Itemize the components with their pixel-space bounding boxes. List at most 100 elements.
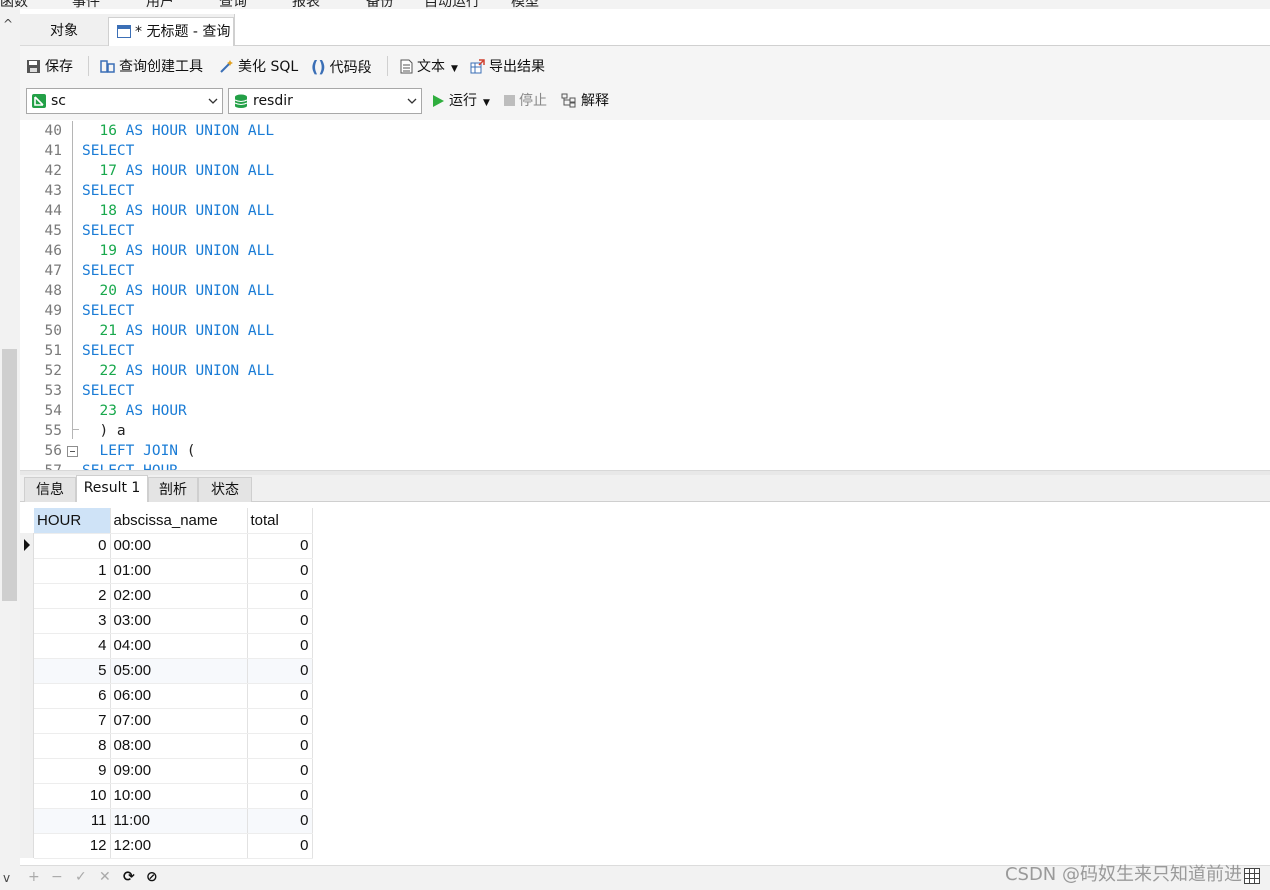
tab-objects[interactable]: 对象	[20, 17, 108, 46]
chevron-up-icon[interactable]: ^	[3, 17, 13, 31]
cell-abscissa-name[interactable]: 08:00	[110, 733, 248, 759]
run-button[interactable]: 运行 ▼	[432, 91, 490, 111]
add-record-button[interactable]: +	[28, 869, 40, 885]
table-row[interactable]: 5 05:00 0	[34, 658, 313, 684]
cell-hour[interactable]: 10	[34, 783, 111, 809]
cell-abscissa-name[interactable]: 04:00	[110, 633, 248, 659]
cell-abscissa-name[interactable]: 09:00	[110, 758, 248, 784]
line-number: 42	[44, 163, 62, 179]
menu-item-events[interactable]: 事件	[72, 0, 100, 11]
cell-hour[interactable]: 11	[34, 808, 111, 834]
cell-abscissa-name[interactable]: 07:00	[110, 708, 248, 734]
database-select[interactable]: resdir	[228, 88, 422, 114]
tab-profile[interactable]: 剖析	[148, 477, 198, 502]
left-scrollbar-thumb[interactable]	[2, 349, 17, 601]
column-header-abscissa-name[interactable]: abscissa_name	[110, 508, 248, 534]
table-row[interactable]: 9 09:00 0	[34, 758, 313, 784]
cell-hour[interactable]: 6	[34, 683, 111, 709]
cell-total[interactable]: 0	[247, 758, 313, 784]
cell-total[interactable]: 0	[247, 633, 313, 659]
table-row[interactable]: 6 06:00 0	[34, 683, 313, 709]
cell-hour[interactable]: 9	[34, 758, 111, 784]
cell-total[interactable]: 0	[247, 558, 313, 584]
tab-info[interactable]: 信息	[24, 477, 76, 502]
cell-total[interactable]: 0	[247, 808, 313, 834]
cell-total[interactable]: 0	[247, 583, 313, 609]
beautify-sql-button[interactable]: 美化 SQL	[219, 57, 298, 77]
cell-total[interactable]: 0	[247, 533, 313, 559]
cell-hour[interactable]: 1	[34, 558, 111, 584]
cell-abscissa-name[interactable]: 05:00	[110, 658, 248, 684]
chevron-down-icon[interactable]: v	[3, 871, 10, 885]
cell-hour[interactable]: 4	[34, 633, 111, 659]
sql-editor[interactable]: 40 16 AS HOUR UNION ALL 41 SELECT 42 17 AS …	[20, 121, 1270, 470]
table-row[interactable]: 4 04:00 0	[34, 633, 313, 659]
cell-abscissa-name[interactable]: 11:00	[110, 808, 248, 834]
cell-hour[interactable]: 12	[34, 833, 111, 859]
cell-hour[interactable]: 3	[34, 608, 111, 634]
tab-untitled-query[interactable]: * 无标题 - 查询	[108, 17, 234, 46]
stop-refresh-button[interactable]: ⊘	[146, 869, 158, 885]
cell-hour[interactable]: 5	[34, 658, 111, 684]
code-text: 18 AS HOUR UNION ALL	[82, 201, 274, 221]
cell-total[interactable]: 0	[247, 783, 313, 809]
menu-item-users[interactable]: 用户	[146, 0, 174, 11]
menu-item-automation[interactable]: 自动运行	[424, 0, 480, 11]
code-token: SELECT	[82, 183, 135, 199]
save-button[interactable]: 保存	[26, 57, 73, 77]
text-mode-dropdown[interactable]: 文本 ▼	[400, 57, 458, 77]
cell-hour[interactable]: 2	[34, 583, 111, 609]
tab-result-1[interactable]: Result 1	[76, 475, 148, 502]
cell-total[interactable]: 0	[247, 708, 313, 734]
table-row[interactable]: 8 08:00 0	[34, 733, 313, 759]
line-number: 51	[44, 343, 62, 359]
cell-abscissa-name[interactable]: 02:00	[110, 583, 248, 609]
cell-abscissa-name[interactable]: 00:00	[110, 533, 248, 559]
export-results-button[interactable]: 导出结果	[470, 57, 545, 77]
column-header-total[interactable]: total	[247, 508, 313, 534]
table-row[interactable]: 10 10:00 0	[34, 783, 313, 809]
cell-total[interactable]: 0	[247, 683, 313, 709]
menu-item-model[interactable]: 模型	[511, 0, 539, 11]
table-row[interactable]: 0 00:00 0	[34, 533, 313, 559]
table-row[interactable]: 2 02:00 0	[34, 583, 313, 609]
table-row[interactable]: 12 12:00 0	[34, 833, 313, 859]
menu-item-backup[interactable]: 备份	[366, 0, 394, 11]
query-builder-button[interactable]: 查询创建工具	[100, 57, 203, 77]
tab-status[interactable]: 状态	[198, 477, 252, 502]
explain-button[interactable]: 解释	[561, 91, 609, 111]
refresh-button[interactable]: ⟳	[123, 869, 135, 885]
stop-button[interactable]: 停止	[504, 91, 547, 111]
apply-changes-button[interactable]: ✓	[75, 869, 87, 885]
table-row[interactable]: 3 03:00 0	[34, 608, 313, 634]
table-row[interactable]: 11 11:00 0	[34, 808, 313, 834]
cell-hour[interactable]: 7	[34, 708, 111, 734]
delete-record-button[interactable]: −	[51, 869, 63, 885]
code-token: AS HOUR UNION ALL	[116, 123, 275, 139]
cell-abscissa-name[interactable]: 01:00	[110, 558, 248, 584]
line-number: 55	[44, 423, 62, 439]
cell-abscissa-name[interactable]: 03:00	[110, 608, 248, 634]
cell-total[interactable]: 0	[247, 658, 313, 684]
document-icon	[400, 59, 413, 74]
cell-total[interactable]: 0	[247, 608, 313, 634]
menu-item-query[interactable]: 查询	[219, 0, 247, 11]
code-snippet-button[interactable]: () 代码段	[311, 57, 372, 77]
table-row[interactable]: 1 01:00 0	[34, 558, 313, 584]
result-grid: HOUR abscissa_name total 0 00:00 0 1 01:00 0 2…	[20, 503, 1270, 865]
cell-abscissa-name[interactable]: 10:00	[110, 783, 248, 809]
cell-abscissa-name[interactable]: 12:00	[110, 833, 248, 859]
cell-hour[interactable]: 0	[34, 533, 111, 559]
connection-select[interactable]: sc	[26, 88, 223, 114]
table-row[interactable]: 7 07:00 0	[34, 708, 313, 734]
cell-total[interactable]: 0	[247, 733, 313, 759]
column-header-hour[interactable]: HOUR	[34, 508, 111, 534]
code-token: SELECT	[82, 263, 135, 279]
grid-view-icon[interactable]	[1244, 868, 1260, 884]
menu-item-reports[interactable]: 报表	[292, 0, 320, 11]
cell-abscissa-name[interactable]: 06:00	[110, 683, 248, 709]
cell-total[interactable]: 0	[247, 833, 313, 859]
fold-toggle-icon[interactable]	[67, 446, 78, 457]
discard-changes-button[interactable]: ✕	[99, 869, 111, 885]
cell-hour[interactable]: 8	[34, 733, 111, 759]
